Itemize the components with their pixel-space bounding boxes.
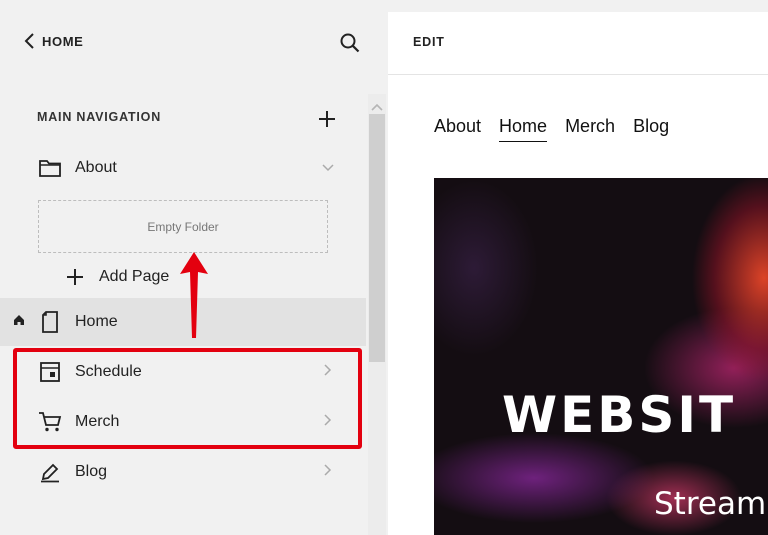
calendar-page-icon [38, 360, 62, 384]
plus-icon [319, 111, 335, 127]
nav-item-label: Blog [75, 463, 108, 480]
blog-icon [38, 460, 62, 484]
nav-item-merch[interactable]: Merch [0, 398, 366, 446]
site-nav-blog[interactable]: Blog [633, 116, 669, 142]
homepage-indicator-icon [13, 313, 25, 331]
nav-item-blog[interactable]: Blog [0, 448, 366, 496]
sidebar-scrollbar[interactable] [368, 94, 386, 535]
back-home-button[interactable]: HOME [24, 33, 83, 49]
edit-button[interactable]: EDIT [413, 35, 445, 49]
hero-title: WEBSIT [502, 386, 737, 444]
scrollbar-thumb[interactable] [369, 114, 385, 362]
nav-item-label: About [75, 159, 117, 176]
chevron-right-icon[interactable] [322, 463, 332, 481]
hero-subtitle: Streamin [654, 486, 768, 522]
add-page-button[interactable]: Add Page [66, 268, 169, 286]
folder-icon [38, 156, 62, 180]
section-title: MAIN NAVIGATION [37, 110, 162, 124]
page-icon [38, 310, 62, 334]
nav-item-home[interactable]: Home [0, 298, 366, 346]
site-preview-panel: EDIT About Home Merch Blog WEBSIT Stream… [388, 12, 768, 535]
site-navigation: About Home Merch Blog [434, 116, 669, 142]
plus-icon [67, 269, 83, 285]
chevron-left-icon [24, 33, 34, 49]
cart-icon [38, 410, 62, 434]
nav-item-label: Home [75, 313, 118, 330]
nav-item-about[interactable]: About [0, 144, 366, 192]
search-icon [340, 33, 360, 53]
empty-folder-placeholder: Empty Folder [38, 200, 328, 253]
site-nav-merch[interactable]: Merch [565, 116, 615, 142]
add-nav-item-button[interactable] [316, 108, 338, 135]
hero-banner: WEBSIT Streamin [434, 178, 768, 535]
nav-item-label: Merch [75, 413, 120, 430]
chevron-down-icon[interactable] [322, 159, 334, 177]
chevron-right-icon[interactable] [322, 413, 332, 431]
sidebar-panel: HOME MAIN NAVIGATION About Empty Folder … [0, 0, 388, 535]
back-home-label: HOME [42, 33, 84, 49]
site-nav-about[interactable]: About [434, 116, 481, 142]
chevron-right-icon[interactable] [322, 363, 332, 381]
add-page-label: Add Page [99, 268, 170, 285]
nav-item-schedule[interactable]: Schedule [0, 348, 366, 396]
nav-item-label: Schedule [75, 363, 142, 380]
site-nav-home[interactable]: Home [499, 116, 548, 142]
search-button[interactable] [339, 32, 361, 59]
preview-toolbar: EDIT [388, 12, 768, 75]
